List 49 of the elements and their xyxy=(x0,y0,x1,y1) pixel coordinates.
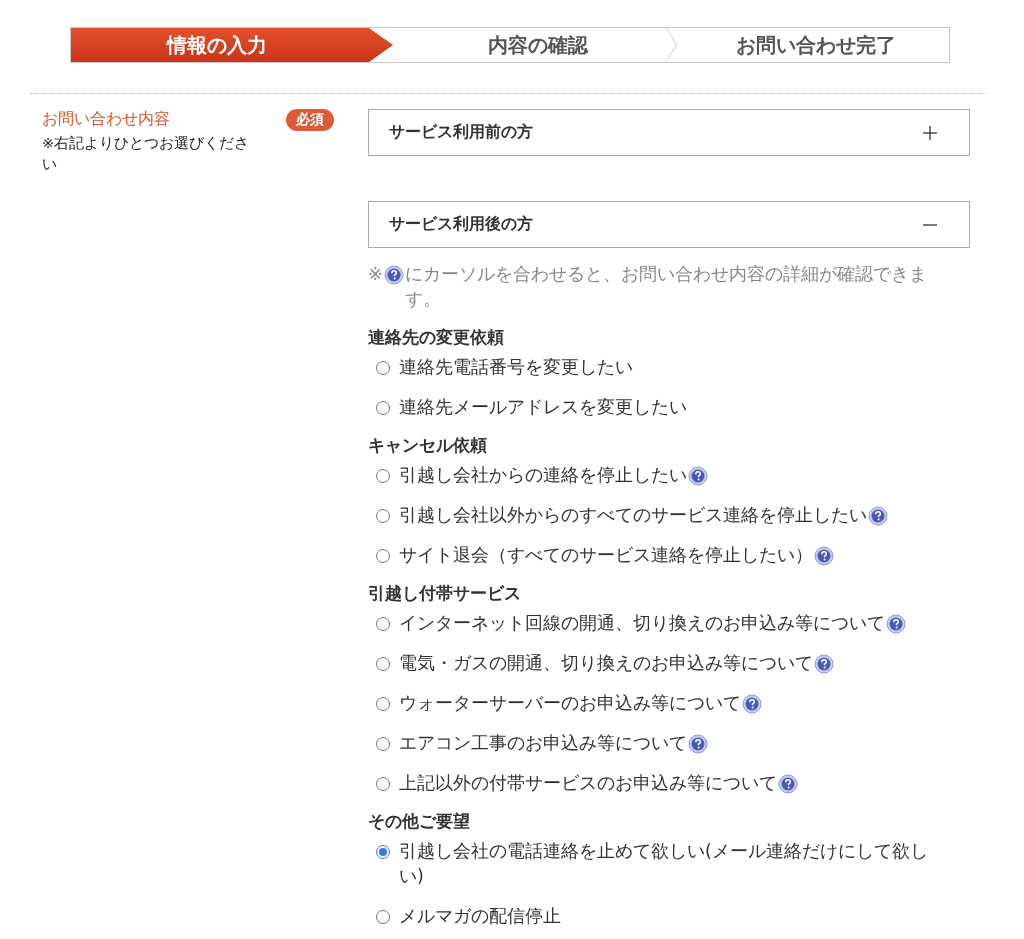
progress-step: 情報の入力 xyxy=(71,28,393,62)
accordion-header[interactable]: サービス利用前の方 xyxy=(368,109,970,156)
accordion-header[interactable]: サービス利用後の方 xyxy=(368,201,970,248)
help-icon[interactable] xyxy=(778,774,798,794)
option-label[interactable]: インターネット回線の開通、切り換えのお申込み等について xyxy=(399,611,885,636)
option-label[interactable]: エアコン工事のお申込み等について xyxy=(399,731,687,756)
radio-button[interactable] xyxy=(376,401,390,415)
help-note: にカーソルを合わせると、お問い合わせ内容の詳細が確認できます。 xyxy=(404,263,928,311)
radio-button[interactable] xyxy=(376,469,390,483)
help-icon[interactable] xyxy=(868,506,888,526)
required-badge: 必須 xyxy=(286,109,334,131)
option-label[interactable]: 連絡先電話番号を変更したい xyxy=(399,355,633,380)
progress-step: お問い合わせ完了 xyxy=(683,28,949,62)
group-heading: キャンセル依頼 xyxy=(368,435,488,455)
option-label[interactable]: サイト退会（すべてのサービス連絡を停止したい） xyxy=(399,543,813,568)
help-icon[interactable] xyxy=(383,265,404,285)
note-mark: ※ xyxy=(368,263,383,286)
option-label[interactable]: 引越し会社以外からのすべてのサービス連絡を停止したい xyxy=(399,503,867,528)
plus-icon xyxy=(923,125,937,140)
option-label[interactable]: 電気・ガスの開通、切り換えのお申込み等について xyxy=(399,651,813,676)
group-heading: その他ご要望 xyxy=(368,811,471,831)
option-label[interactable]: 引越し会社の電話連絡を止めて欲しい(メール連絡だけにして欲しい) xyxy=(399,839,946,889)
help-icon[interactable] xyxy=(688,466,708,486)
option-label[interactable]: 上記以外の付帯サービスのお申込み等について xyxy=(399,771,777,796)
radio-button[interactable] xyxy=(376,910,390,924)
minus-icon xyxy=(923,223,937,226)
help-icon[interactable] xyxy=(814,546,834,566)
radio-button[interactable] xyxy=(376,509,390,523)
option-label[interactable]: 連絡先メールアドレスを変更したい xyxy=(399,395,687,420)
radio-button[interactable] xyxy=(376,737,390,751)
radio-button[interactable] xyxy=(376,617,390,631)
help-icon[interactable] xyxy=(814,654,834,674)
radio-button[interactable] xyxy=(376,845,390,859)
radio-button[interactable] xyxy=(376,697,390,711)
help-icon[interactable] xyxy=(688,734,708,754)
help-icon[interactable] xyxy=(742,694,762,714)
option-label[interactable]: メルマガの配信停止 xyxy=(399,904,561,929)
group-heading: 連絡先の変更依頼 xyxy=(368,327,505,347)
radio-button[interactable] xyxy=(376,549,390,563)
radio-button[interactable] xyxy=(376,657,390,671)
progress-step: 内容の確認 xyxy=(393,28,683,62)
radio-button[interactable] xyxy=(376,361,390,375)
option-label[interactable]: 引越し会社からの連絡を停止したい xyxy=(399,463,687,488)
radio-button[interactable] xyxy=(376,777,390,791)
option-label[interactable]: ウォーターサーバーのお申込み等について xyxy=(399,691,741,716)
field-label: お問い合わせ内容 xyxy=(42,109,171,129)
field-hint: ※右記よりひとつお選びください xyxy=(42,134,251,174)
group-heading: 引越し付帯サービス xyxy=(368,583,522,603)
help-icon[interactable] xyxy=(886,614,906,634)
